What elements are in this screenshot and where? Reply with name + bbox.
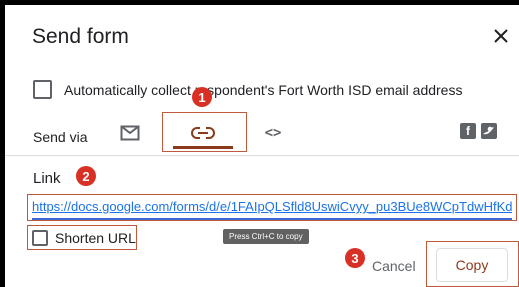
collect-email-checkbox[interactable] xyxy=(33,80,52,99)
divider xyxy=(5,155,519,156)
send-via-label: Send via xyxy=(33,129,88,145)
send-form-dialog: Send form Automatically collect responde… xyxy=(5,5,519,287)
shorten-url-checkbox[interactable] xyxy=(32,230,48,246)
link-section-title: Link xyxy=(33,170,61,187)
annotation-badge-3: 3 xyxy=(345,248,365,268)
cancel-button[interactable]: Cancel xyxy=(372,258,416,274)
dialog-title: Send form xyxy=(32,25,129,48)
copy-tooltip: Press Ctrl+C to copy xyxy=(223,229,309,244)
copy-button[interactable]: Copy xyxy=(436,248,508,282)
close-icon[interactable] xyxy=(490,25,512,47)
annotation-badge-2: 2 xyxy=(76,166,96,186)
shorten-url-label: Shorten URL xyxy=(55,230,136,246)
tab-email[interactable] xyxy=(115,115,145,151)
tab-embed[interactable]: <> xyxy=(260,115,286,151)
annotation-badge-1: 1 xyxy=(192,87,212,107)
envelope-icon xyxy=(120,125,140,141)
url-field-underline xyxy=(32,218,512,220)
facebook-icon[interactable]: f xyxy=(460,123,476,139)
annotation-box-link-tab xyxy=(162,112,247,152)
twitter-icon[interactable] xyxy=(481,123,497,139)
code-icon: <> xyxy=(264,125,282,141)
collect-email-label: Automatically collect respondent's Fort … xyxy=(64,82,463,98)
link-url-field[interactable]: https://docs.google.com/forms/d/e/1FAIpQ… xyxy=(32,199,512,217)
